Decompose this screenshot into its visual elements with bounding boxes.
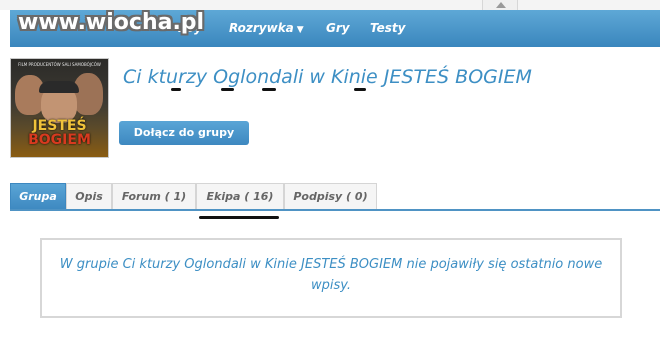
poster-face-right (73, 73, 103, 115)
title-scribble-mark (221, 88, 234, 91)
nav-item-gry[interactable]: Gry (326, 21, 350, 35)
empty-posts-message: W grupie Ci kturzy Oglondali w Kinie JES… (59, 257, 603, 293)
title-scribble-mark (354, 88, 366, 91)
tab-podpisy[interactable]: Podpisy ( 0) (284, 183, 377, 210)
tab-forum[interactable]: Forum ( 1) (112, 183, 196, 210)
tab-scribble-underline (199, 216, 279, 219)
nav-item-rozrywka-label: Rozrywka (229, 21, 294, 35)
chevron-down-icon: ▼ (296, 25, 304, 35)
tab-grupa[interactable]: Grupa (10, 183, 66, 210)
tab-opis[interactable]: Opis (66, 183, 112, 210)
group-poster-image: FILM PRODUCENTÓW SALI SAMOBÓJCÓW JESTEŚ … (10, 58, 109, 158)
nav-item-testy[interactable]: Testy (370, 21, 405, 35)
join-group-button[interactable]: Dołącz do grupy (119, 121, 249, 145)
title-scribble-mark (262, 88, 276, 91)
poster-title: JESTEŚ BOGIEM (11, 119, 108, 147)
poster-top-line: FILM PRODUCENTÓW SALI SAMOBÓJCÓW (18, 62, 101, 67)
title-scribble-mark (171, 88, 181, 91)
poster-cap (39, 81, 79, 93)
nav-item-rozrywka[interactable]: Rozrywka ▼ (229, 21, 304, 35)
group-title: Ci kturzy Oglondali w Kinie JESTEŚ BOGIE… (123, 66, 532, 88)
site-watermark: www.wiocha.pl (18, 10, 205, 35)
tabs-bottom-border (10, 209, 660, 211)
top-strip (0, 0, 660, 10)
empty-posts-message-box: W grupie Ci kturzy Oglondali w Kinie JES… (40, 238, 622, 318)
poster-title-line2: BOGIEM (28, 132, 91, 148)
poster-title-line1: JESTEŚ (32, 118, 87, 134)
tab-ekipa[interactable]: Ekipa ( 16) (196, 183, 284, 210)
